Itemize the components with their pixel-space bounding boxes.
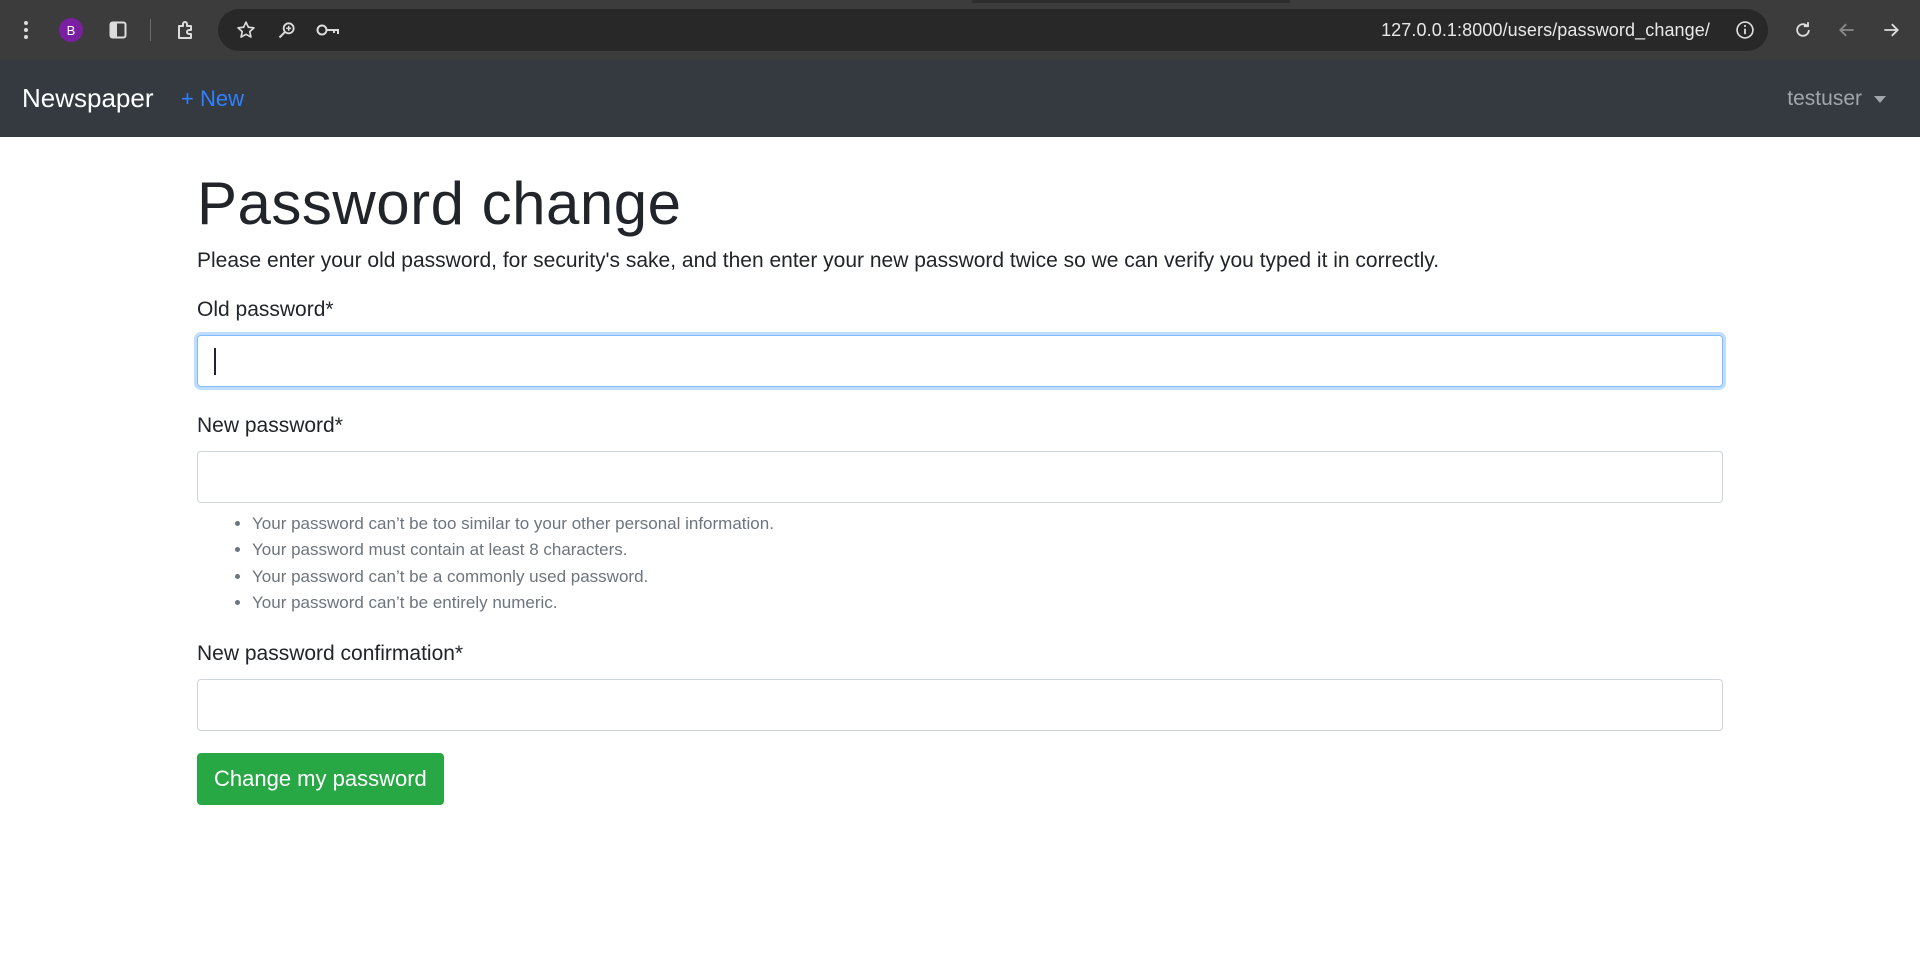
old-password-input[interactable] xyxy=(197,335,1723,387)
help-item: Your password can’t be a commonly used p… xyxy=(252,564,1723,590)
intro-text: Please enter your old password, for secu… xyxy=(197,249,1440,272)
zoom-icon[interactable] xyxy=(276,19,298,41)
site-info-icon[interactable] xyxy=(1734,19,1756,41)
user-dropdown[interactable]: testuser xyxy=(1787,87,1886,111)
caret-down-icon xyxy=(1874,95,1886,103)
new-password-input[interactable] xyxy=(197,451,1723,503)
address-bar[interactable]: 127.0.0.1:8000/users/password_change/ xyxy=(218,9,1768,51)
browser-toolbar: B 127.0.0.1:8000/users/password_change/ xyxy=(0,0,1920,60)
menu-dots-icon[interactable] xyxy=(16,18,36,42)
password-key-icon[interactable] xyxy=(315,19,341,41)
profile-avatar: B xyxy=(59,18,83,42)
old-password-label: Old password* xyxy=(197,298,334,321)
password-change-form: Old password* New password* Your passwor… xyxy=(197,298,1723,806)
star-icon[interactable] xyxy=(235,19,257,41)
brand-link[interactable]: Newspaper xyxy=(22,83,154,114)
new-password-label: New password* xyxy=(197,414,343,437)
help-item: Your password must contain at least 8 ch… xyxy=(252,537,1723,563)
forward-icon[interactable] xyxy=(1880,19,1902,41)
toolbar-divider xyxy=(150,19,151,41)
confirm-password-label: New password confirmation* xyxy=(197,642,464,666)
url-text[interactable]: 127.0.0.1:8000/users/password_change/ xyxy=(1381,20,1710,41)
new-link[interactable]: + New xyxy=(181,86,244,112)
site-navbar: Newspaper + New testuser xyxy=(0,60,1920,137)
back-icon[interactable] xyxy=(1836,19,1858,41)
help-item: Your password can’t be too similar to yo… xyxy=(252,511,1723,537)
tab-strip-indicator xyxy=(972,0,1290,3)
reload-icon[interactable] xyxy=(1792,19,1814,41)
password-help-list: Your password can’t be too similar to yo… xyxy=(197,511,1723,616)
text-cursor xyxy=(214,348,216,375)
profile-avatar-button[interactable]: B xyxy=(59,18,83,42)
old-password-wrapper xyxy=(197,335,1723,387)
page-title: Password change xyxy=(197,170,682,237)
username-label: testuser xyxy=(1787,87,1862,110)
help-item: Your password can’t be entirely numeric. xyxy=(252,590,1723,616)
change-password-button[interactable]: Change my password xyxy=(197,753,444,806)
extensions-icon[interactable] xyxy=(173,17,199,43)
confirm-password-input[interactable] xyxy=(197,679,1723,732)
side-panel-icon[interactable] xyxy=(106,19,130,41)
main-content: Password change Please enter your old pa… xyxy=(197,137,1723,806)
